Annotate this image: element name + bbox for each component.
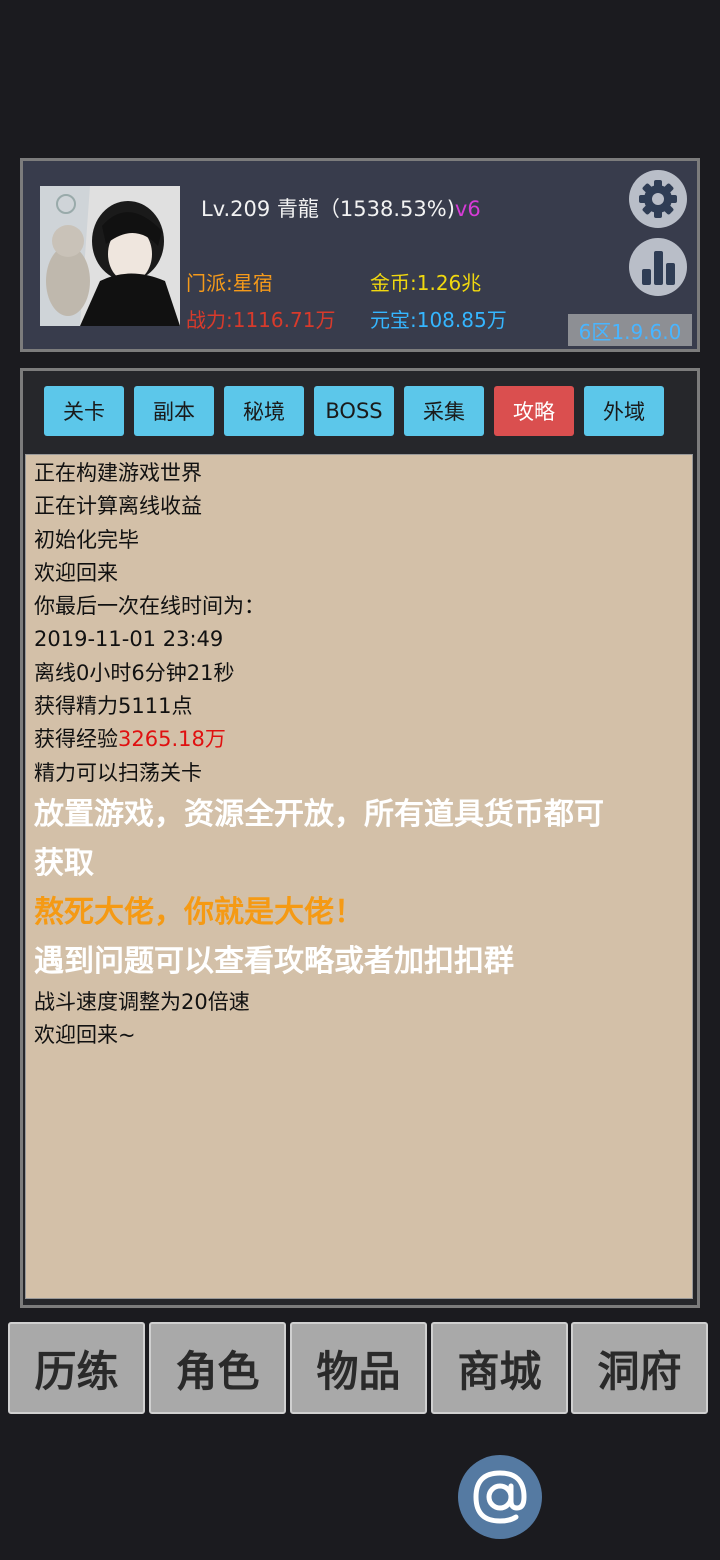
log-line: 战斗速度调整为20倍速 [34, 989, 250, 1014]
log-line: 正在构建游戏世界 [34, 461, 202, 485]
exp-prefix: 获得经验 [34, 727, 118, 752]
nav-shop[interactable]: 商城 [431, 1322, 568, 1414]
chat-button[interactable] [458, 1455, 542, 1539]
nav-cave[interactable]: 洞府 [571, 1322, 708, 1414]
combat-power-value: 战力:1116.71万 [186, 308, 336, 332]
server-version-badge: 6区1.9.6.0 [568, 314, 692, 346]
bottom-nav: 历练 角色 物品 商城 洞府 [8, 1322, 712, 1418]
player-avatar[interactable] [40, 186, 180, 326]
exp-value: 3265.18万 [118, 727, 226, 752]
level-text: Lv.209 青龍（1538.53%) [201, 197, 455, 221]
log-line: 欢迎回来 [34, 560, 118, 585]
avatar-portrait-image [40, 186, 180, 326]
log-line: 正在计算离线收益 [34, 494, 202, 519]
gear-icon [639, 180, 677, 218]
player-header: Lv.209 青龍（1538.53%)v6 门派:星宿 金币:1.26兆 战力:… [20, 158, 700, 352]
stats-button[interactable] [629, 238, 687, 296]
tab-boss[interactable]: BOSS [314, 386, 394, 436]
log-line: 初始化完毕 [34, 527, 139, 552]
log-line-exp: 获得经验3265.18万 [34, 723, 684, 756]
nav-character[interactable]: 角色 [149, 1322, 286, 1414]
log-line: 欢迎回来~ [34, 1023, 136, 1048]
tab-secret-realm[interactable]: 秘境 [224, 386, 304, 436]
log-line: 2019-11-01 23:49 [34, 627, 224, 652]
log-announcement: 获取 [34, 845, 94, 881]
sect-label: 门派:星宿 [186, 271, 273, 295]
tab-guide[interactable]: 攻略 [494, 386, 574, 436]
settings-button[interactable] [629, 170, 687, 228]
gold-value: 金币:1.26兆 [370, 271, 482, 295]
tab-dungeon[interactable]: 副本 [134, 386, 214, 436]
log-line: 获得精力5111点 [34, 694, 193, 719]
tab-outer-domain[interactable]: 外域 [584, 386, 664, 436]
log-announcement: 遇到问题可以查看攻略或者加扣扣群 [34, 943, 514, 979]
bar-chart-icon [642, 251, 675, 285]
ingot-value: 元宝:108.85万 [370, 308, 507, 332]
tab-gather[interactable]: 采集 [404, 386, 484, 436]
level-name-line: Lv.209 青龍（1538.53%)v6 [201, 193, 481, 223]
log-line: 精力可以扫荡关卡 [34, 760, 202, 785]
nav-training[interactable]: 历练 [8, 1322, 145, 1414]
log-announcement: 放置游戏，资源全开放，所有道具货币都可 [34, 796, 604, 832]
log-highlight: 熬死大佬，你就是大佬！ [34, 894, 364, 930]
log-line: 离线0小时6分钟21秒 [34, 660, 235, 685]
message-log[interactable]: 正在构建游戏世界 正在计算离线收益 初始化完毕 欢迎回来 你最后一次在线时间为：… [25, 454, 693, 1299]
main-panel: 关卡 副本 秘境 BOSS 采集 攻略 外域 正在构建游戏世界 正在计算离线收益… [20, 368, 700, 1308]
nav-items[interactable]: 物品 [290, 1322, 427, 1414]
tab-stages[interactable]: 关卡 [44, 386, 124, 436]
at-sign-icon [473, 1470, 527, 1524]
log-line: 你最后一次在线时间为： [34, 594, 265, 619]
vip-badge: v6 [454, 197, 481, 221]
